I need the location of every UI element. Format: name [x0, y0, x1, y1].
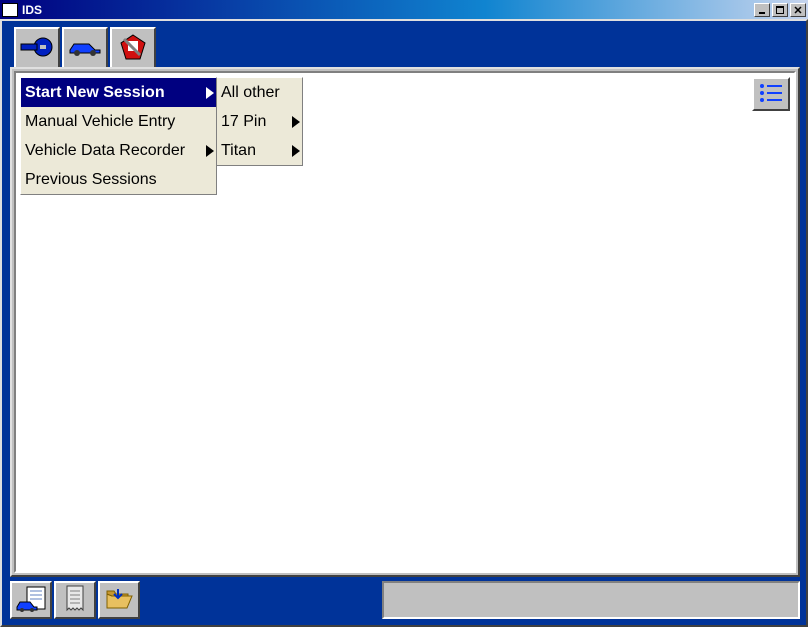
minimize-button[interactable] [754, 3, 770, 17]
car-sheet-icon [15, 585, 47, 616]
maximize-button[interactable] [772, 3, 788, 17]
chevron-right-icon [292, 116, 300, 128]
window-title: IDS [22, 3, 42, 17]
app-body: Start New Session Manual Vehicle Entry V… [0, 19, 808, 627]
menu-item-label: Vehicle Data Recorder [25, 142, 185, 160]
bottom-toolbar [10, 581, 142, 619]
tools-tab[interactable] [110, 27, 156, 69]
menu-item-label: Previous Sessions [25, 171, 157, 189]
chevron-right-icon [206, 145, 214, 157]
menu-item-label: Start New Session [25, 84, 165, 102]
submenu-item-titan[interactable]: Titan [217, 136, 302, 165]
menu-item-label: Titan [221, 142, 256, 160]
sub-menu: All other 17 Pin Titan [217, 77, 303, 166]
log-button[interactable] [54, 581, 96, 619]
menu-item-previous-sessions[interactable]: Previous Sessions [21, 165, 216, 194]
close-button[interactable] [790, 3, 806, 17]
home-tab[interactable] [14, 27, 60, 69]
status-bar [382, 581, 800, 619]
folder-open-icon [104, 586, 134, 615]
app-icon [2, 3, 18, 17]
list-icon [758, 82, 784, 107]
home-arrow-icon [19, 35, 55, 62]
menu-item-vehicle-data-recorder[interactable]: Vehicle Data Recorder [21, 136, 216, 165]
top-toolbar [14, 27, 158, 71]
menu-item-label: All other [221, 84, 280, 102]
open-folder-button[interactable] [98, 581, 140, 619]
vehicle-tab[interactable] [62, 27, 108, 71]
receipt-icon [63, 584, 87, 617]
chevron-right-icon [292, 145, 300, 157]
main-menu: Start New Session Manual Vehicle Entry V… [20, 77, 217, 195]
titlebar: IDS [0, 0, 808, 19]
menu-item-label: 17 Pin [221, 113, 266, 131]
content-panel: Start New Session Manual Vehicle Entry V… [14, 71, 796, 573]
content-frame: Start New Session Manual Vehicle Entry V… [10, 67, 800, 577]
submenu-item-17-pin[interactable]: 17 Pin [217, 107, 302, 136]
car-icon [67, 39, 103, 60]
list-view-button[interactable] [752, 77, 790, 111]
menu-item-label: Manual Vehicle Entry [25, 113, 175, 131]
chevron-right-icon [206, 87, 214, 99]
submenu-item-all-other[interactable]: All other [217, 78, 302, 107]
menu-item-start-new-session[interactable]: Start New Session [21, 78, 216, 107]
menu-item-manual-vehicle-entry[interactable]: Manual Vehicle Entry [21, 107, 216, 136]
toolbox-icon [118, 33, 148, 64]
vehicle-info-button[interactable] [10, 581, 52, 619]
